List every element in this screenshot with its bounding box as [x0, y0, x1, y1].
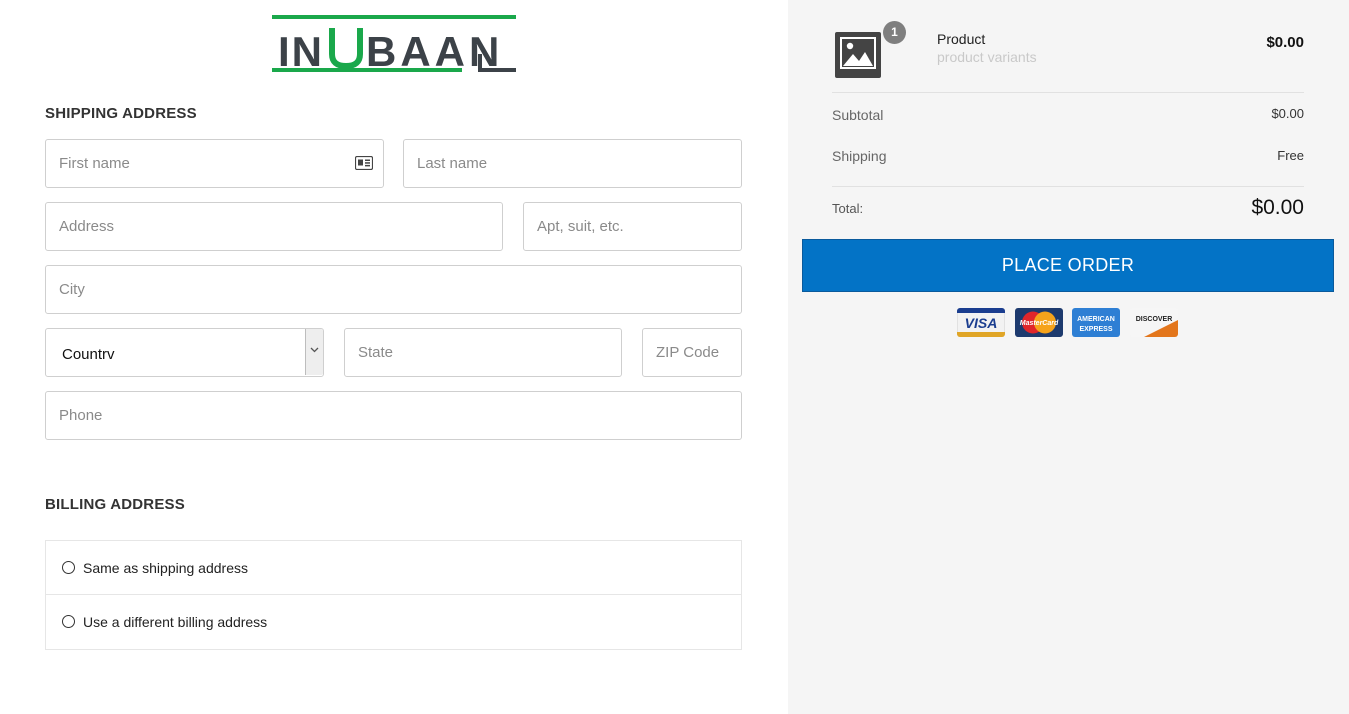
apt-field[interactable] [523, 202, 742, 251]
quantity-badge: 1 [883, 21, 906, 44]
state-field[interactable] [344, 328, 622, 377]
billing-option-different[interactable]: Use a different billing address [45, 595, 742, 650]
phone-input[interactable] [46, 392, 741, 439]
order-summary-panel: 1 Product product variants $0.00 Subtota… [788, 0, 1349, 714]
product-thumbnail [835, 32, 881, 78]
phone-field[interactable] [45, 391, 742, 440]
zip-field[interactable] [642, 328, 742, 377]
last-name-field[interactable] [403, 139, 742, 188]
apt-input[interactable] [524, 203, 741, 250]
last-name-input[interactable] [404, 140, 741, 187]
radio-same-as-shipping[interactable] [62, 561, 75, 574]
place-order-button[interactable]: PLACE ORDER [802, 239, 1334, 292]
first-name-field[interactable] [45, 139, 384, 188]
image-placeholder-icon [840, 37, 876, 69]
address-input[interactable] [46, 203, 502, 250]
billing-option-label: Use a different billing address [83, 614, 268, 630]
mastercard-icon: MasterCard [1015, 308, 1063, 337]
discover-icon: DISCOVER [1130, 308, 1178, 337]
city-input[interactable] [46, 266, 741, 313]
svg-text:VISA: VISA [965, 315, 998, 331]
shipping-value: Free [1277, 148, 1304, 163]
billing-option-same[interactable]: Same as shipping address [45, 540, 742, 595]
subtotal-value: $0.00 [1271, 106, 1304, 121]
city-field[interactable] [45, 265, 742, 314]
radio-different-billing[interactable] [62, 615, 75, 628]
subtotal-label: Subtotal [832, 107, 884, 123]
svg-text:EXPRESS: EXPRESS [1079, 326, 1112, 333]
billing-address-heading: BILLING ADDRESS [45, 496, 185, 513]
product-price: $0.00 [1266, 34, 1304, 51]
svg-text:IN: IN [278, 28, 324, 75]
summary-divider [832, 186, 1304, 187]
address-field[interactable] [45, 202, 503, 251]
shipping-label: Shipping [832, 148, 887, 164]
summary-divider [832, 92, 1304, 93]
contact-card-icon[interactable] [355, 156, 373, 170]
billing-option-label: Same as shipping address [83, 560, 248, 576]
state-input[interactable] [345, 329, 621, 376]
svg-text:DISCOVER: DISCOVER [1136, 316, 1173, 323]
inubaan-logo: IN BAAN [272, 15, 516, 75]
shipping-address-heading: SHIPPING ADDRESS [45, 105, 197, 122]
product-name: Product [937, 31, 986, 47]
product-variants: product variants [937, 49, 1037, 65]
country-selected-value: Countrv [62, 346, 115, 363]
amex-icon: AMERICAN EXPRESS [1072, 308, 1120, 337]
first-name-input[interactable] [46, 140, 383, 187]
total-label: Total: [832, 201, 864, 216]
total-value: $0.00 [1251, 196, 1304, 219]
country-select[interactable]: Countrv [45, 328, 324, 377]
checkout-form-panel: IN BAAN SHIPPING ADDRESS Countrv [0, 0, 788, 714]
svg-text:AMERICAN: AMERICAN [1077, 316, 1115, 323]
visa-icon: VISA [957, 308, 1005, 337]
country-dropdown-toggle[interactable] [305, 329, 323, 375]
svg-text:BAAN: BAAN [366, 28, 503, 75]
chevron-down-icon [310, 347, 319, 353]
zip-input[interactable] [643, 329, 741, 376]
svg-text:MasterCard: MasterCard [1020, 320, 1059, 327]
